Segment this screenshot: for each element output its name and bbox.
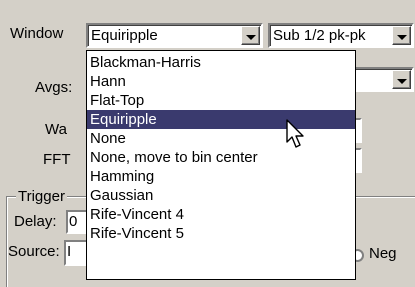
source-label: Source: (8, 243, 60, 260)
option-hann[interactable]: Hann (87, 72, 355, 91)
option-rife-vincent-5[interactable]: Rife-Vincent 5 (87, 224, 355, 243)
avgs-label: Avgs: (35, 79, 73, 96)
avgs-combo-dropdown-button[interactable] (392, 70, 411, 89)
window-combo-dropdown-button[interactable] (241, 26, 260, 45)
window-dropdown-list[interactable]: Blackman-Harris Hann Flat-Top Equiripple… (86, 50, 356, 280)
mouse-pointer-icon (286, 119, 304, 148)
option-flat-top[interactable]: Flat-Top (87, 91, 355, 110)
neg-label: Neg (369, 245, 397, 262)
window-sub-combo-value: Sub 1/2 pk-pk (273, 27, 366, 44)
source-field-value: I (67, 243, 72, 260)
trigger-group-label: Trigger (16, 188, 67, 206)
option-rife-vincent-4[interactable]: Rife-Vincent 4 (87, 205, 355, 224)
fft-label: FFT (43, 151, 71, 168)
option-none[interactable]: None (87, 129, 355, 148)
delay-label: Delay: (14, 213, 57, 230)
window-combo[interactable]: Equiripple (86, 23, 263, 48)
window-sub-combo[interactable]: Sub 1/2 pk-pk (268, 23, 414, 48)
option-none-move-to-bin-center[interactable]: None, move to bin center (87, 148, 355, 167)
option-hamming[interactable]: Hamming (87, 167, 355, 186)
chevron-down-icon (397, 79, 407, 84)
chevron-down-icon (246, 35, 256, 40)
window-label: Window (10, 25, 64, 42)
chevron-down-icon (397, 35, 407, 40)
option-equiripple[interactable]: Equiripple (87, 110, 355, 129)
window-sub-combo-dropdown-button[interactable] (392, 26, 411, 45)
option-gaussian[interactable]: Gaussian (87, 186, 355, 205)
wa-label: Wa (45, 121, 67, 138)
delay-field-value: 0 (69, 213, 78, 230)
option-blackman-harris[interactable]: Blackman-Harris (87, 53, 355, 72)
window-combo-value: Equiripple (91, 27, 158, 44)
